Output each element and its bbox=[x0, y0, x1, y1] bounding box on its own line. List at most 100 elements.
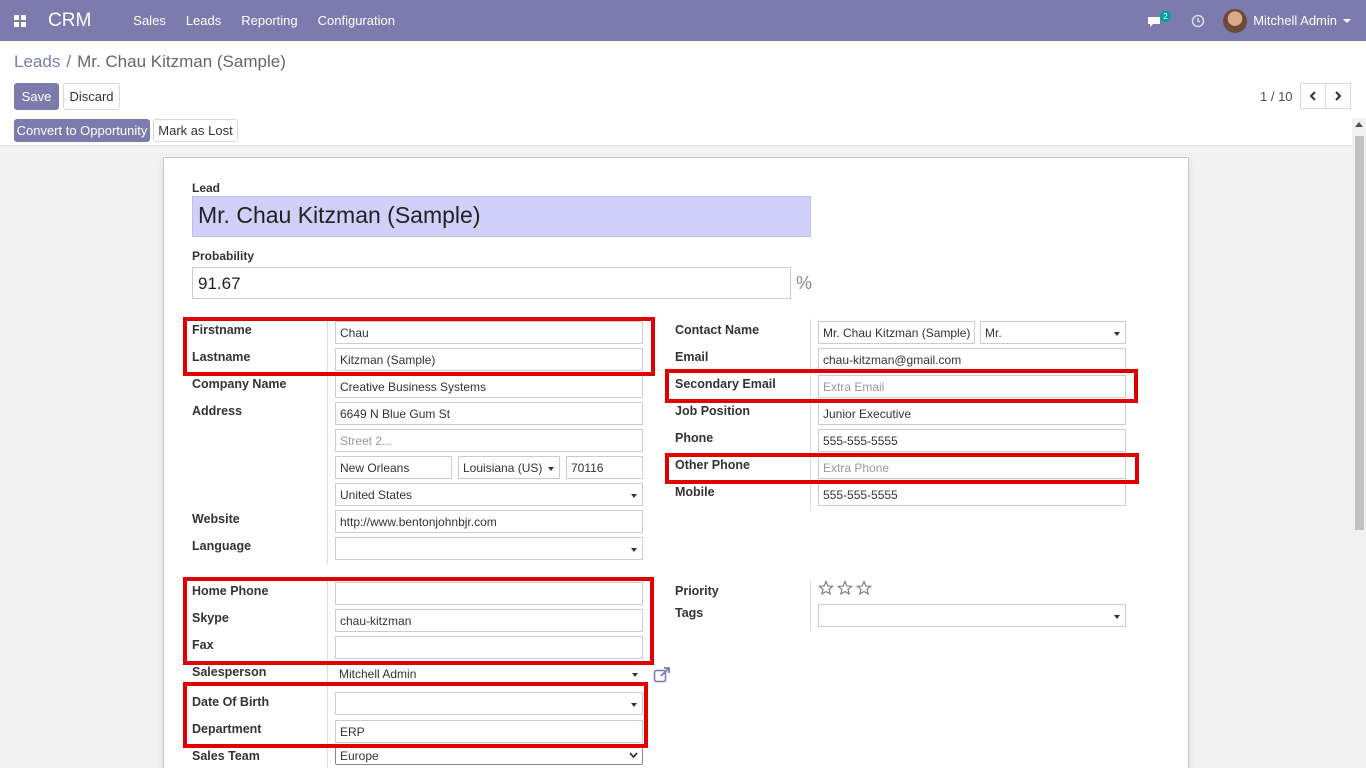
chevron-down-icon bbox=[1114, 332, 1120, 336]
chevron-down-icon bbox=[629, 752, 638, 759]
website-label: Website bbox=[192, 512, 240, 526]
chevron-down-icon bbox=[1114, 615, 1120, 619]
language-label: Language bbox=[192, 539, 252, 553]
activity-clock-icon[interactable] bbox=[1191, 14, 1205, 28]
company-name-label: Company Name bbox=[192, 377, 287, 391]
fax-input[interactable] bbox=[335, 636, 643, 659]
job-position-label: Job Position bbox=[675, 404, 750, 418]
address-label: Address bbox=[192, 404, 243, 418]
breadcrumb: Leads / Mr. Chau Kitzman (Sample) bbox=[14, 52, 286, 72]
firstname-input[interactable]: Chau bbox=[335, 321, 643, 344]
breadcrumb-separator: / bbox=[66, 52, 72, 71]
state-select[interactable]: Louisiana (US) bbox=[458, 456, 560, 479]
email-input[interactable]: chau-kitzman@gmail.com bbox=[818, 348, 1126, 371]
left-group-separator bbox=[327, 319, 328, 564]
state-value: Louisiana (US) bbox=[463, 461, 543, 475]
department-input[interactable]: ERP bbox=[335, 720, 643, 743]
home-phone-label: Home Phone bbox=[192, 584, 269, 598]
skype-input[interactable]: chau-kitzman bbox=[335, 609, 643, 632]
priority-label: Priority bbox=[675, 584, 719, 598]
country-select[interactable]: United States bbox=[335, 483, 643, 506]
lead-name-input[interactable]: Mr. Chau Kitzman (Sample) bbox=[192, 196, 811, 237]
save-button[interactable]: Save bbox=[14, 83, 59, 110]
phone-label: Phone bbox=[675, 431, 714, 445]
other-phone-label: Other Phone bbox=[675, 458, 751, 472]
avatar[interactable] bbox=[1223, 8, 1248, 33]
pager-next-button[interactable] bbox=[1325, 83, 1351, 109]
priority-stars bbox=[818, 580, 872, 596]
firstname-label: Firstname bbox=[192, 323, 252, 337]
salesperson-value: Mitchell Admin bbox=[339, 667, 417, 681]
left-group2-separator bbox=[327, 580, 328, 768]
street2-input[interactable]: Street 2... bbox=[335, 429, 643, 452]
website-input[interactable]: http://www.bentonjohnbjr.com bbox=[335, 510, 643, 533]
chat-icon[interactable]: 2 bbox=[1147, 10, 1171, 31]
apps-menu-icon[interactable] bbox=[5, 0, 35, 41]
city-input[interactable]: New Orleans bbox=[335, 456, 452, 479]
probability-label: Probability bbox=[192, 249, 255, 263]
pager-previous-button[interactable] bbox=[1300, 83, 1326, 109]
language-select[interactable] bbox=[335, 537, 643, 560]
right-group-separator bbox=[810, 319, 811, 510]
lead-label: Lead bbox=[192, 181, 221, 195]
breadcrumb-current: Mr. Chau Kitzman (Sample) bbox=[77, 52, 286, 71]
user-name[interactable]: Mitchell Admin bbox=[1253, 13, 1337, 28]
sales-team-select[interactable]: Europe bbox=[335, 746, 643, 765]
other-phone-input[interactable]: Extra Phone bbox=[818, 456, 1126, 479]
chevron-right-icon bbox=[1335, 91, 1342, 101]
chevron-down-icon[interactable] bbox=[1343, 18, 1351, 23]
department-label: Department bbox=[192, 722, 262, 736]
email-label: Email bbox=[675, 350, 709, 364]
lastname-input[interactable]: Kitzman (Sample) bbox=[335, 348, 643, 371]
phone-input[interactable]: 555-555-5555 bbox=[818, 429, 1126, 452]
scroll-up-icon[interactable] bbox=[1355, 122, 1363, 127]
company-name-input[interactable]: Creative Business Systems bbox=[335, 375, 643, 398]
right-group2-separator bbox=[810, 580, 811, 631]
star-icon[interactable] bbox=[837, 580, 853, 596]
scrollbar[interactable] bbox=[1352, 118, 1366, 768]
convert-to-opportunity-button[interactable]: Convert to Opportunity bbox=[14, 119, 150, 142]
home-phone-input[interactable] bbox=[335, 582, 643, 605]
star-icon[interactable] bbox=[818, 580, 834, 596]
menu-reporting[interactable]: Reporting bbox=[241, 13, 297, 28]
discard-button[interactable]: Discard bbox=[63, 83, 120, 110]
secondary-email-input[interactable]: Extra Email bbox=[818, 375, 1126, 398]
probability-input[interactable]: 91.67 bbox=[192, 267, 791, 299]
mark-as-lost-button[interactable]: Mark as Lost bbox=[153, 119, 238, 142]
salesperson-select[interactable]: Mitchell Admin bbox=[335, 663, 643, 686]
salesperson-label: Salesperson bbox=[192, 665, 267, 679]
menu-sales[interactable]: Sales bbox=[133, 13, 166, 28]
pager-value[interactable]: 1 / 10 bbox=[1260, 89, 1293, 104]
zip-input[interactable]: 70116 bbox=[566, 456, 643, 479]
lastname-label: Lastname bbox=[192, 350, 251, 364]
street-input[interactable]: 6649 N Blue Gum St bbox=[335, 402, 643, 425]
top-navbar: CRM Sales Leads Reporting Configuration … bbox=[0, 0, 1366, 41]
scrollbar-thumb[interactable] bbox=[1355, 136, 1364, 530]
chevron-left-icon bbox=[1309, 91, 1316, 101]
job-position-input[interactable]: Junior Executive bbox=[818, 402, 1126, 425]
chat-badge: 2 bbox=[1160, 10, 1171, 22]
secondary-email-label: Secondary Email bbox=[675, 377, 776, 391]
star-icon[interactable] bbox=[856, 580, 872, 596]
country-value: United States bbox=[340, 488, 413, 502]
contact-name-input[interactable]: Mr. Chau Kitzman (Sample) bbox=[818, 321, 975, 344]
chevron-down-icon bbox=[631, 548, 637, 552]
tags-label: Tags bbox=[675, 606, 704, 620]
title-select[interactable]: Mr. bbox=[980, 321, 1126, 344]
mobile-input[interactable]: 555-555-5555 bbox=[818, 483, 1126, 506]
date-of-birth-label: Date Of Birth bbox=[192, 695, 270, 709]
sales-team-label: Sales Team bbox=[192, 749, 260, 763]
breadcrumb-leads[interactable]: Leads bbox=[14, 52, 60, 72]
tags-select[interactable] bbox=[818, 604, 1126, 627]
menu-configuration[interactable]: Configuration bbox=[318, 13, 395, 28]
app-name[interactable]: CRM bbox=[48, 10, 91, 32]
date-of-birth-select[interactable] bbox=[335, 692, 643, 715]
menu-leads[interactable]: Leads bbox=[186, 13, 221, 28]
skype-label: Skype bbox=[192, 611, 229, 625]
chevron-down-icon bbox=[548, 467, 554, 471]
chevron-down-icon bbox=[631, 703, 637, 707]
mobile-label: Mobile bbox=[675, 485, 715, 499]
chevron-down-icon bbox=[632, 673, 638, 677]
external-link-icon[interactable] bbox=[653, 666, 671, 684]
percent-sign: % bbox=[796, 273, 813, 293]
